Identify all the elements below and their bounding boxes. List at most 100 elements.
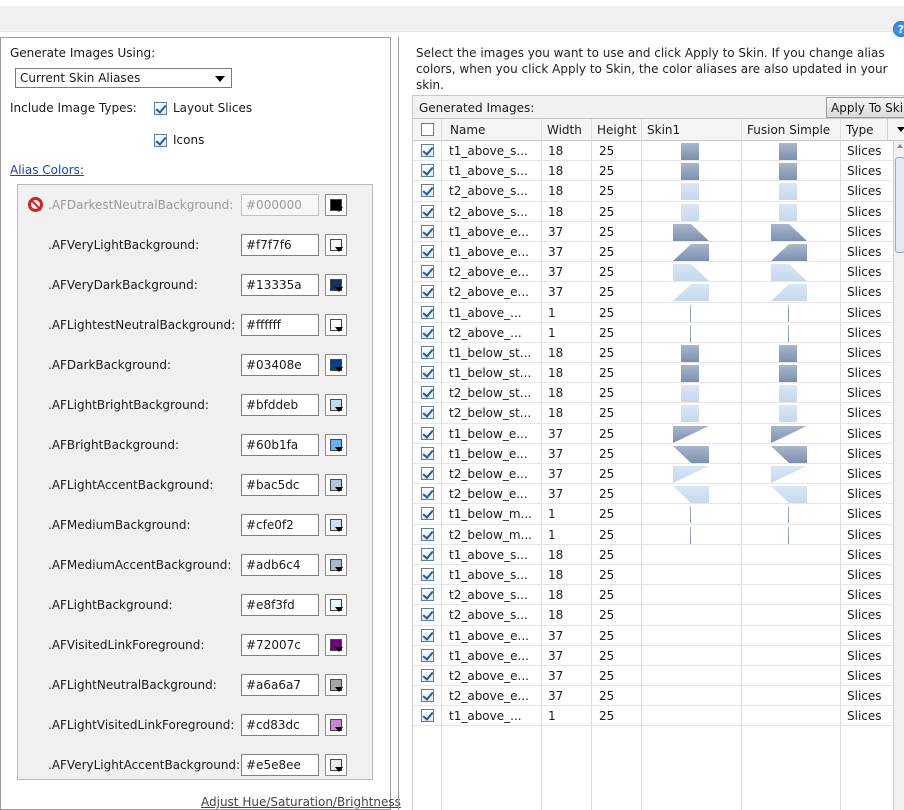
color-picker-button[interactable]	[325, 594, 347, 616]
row-checkbox[interactable]	[421, 406, 434, 420]
table-row[interactable]: t1_below_e... 37 25 Slices	[413, 444, 893, 464]
layout-slices-checkbox[interactable]	[154, 102, 167, 115]
table-row[interactable]: t1_above_e... 37 25 Slices	[413, 646, 893, 666]
table-row[interactable]: t2_above_e... 37 25 Slices	[413, 666, 893, 687]
row-checkbox[interactable]	[421, 567, 434, 581]
row-checkbox[interactable]	[421, 588, 434, 602]
alias-hex-input[interactable]: #000000	[241, 194, 319, 216]
row-checkbox[interactable]	[421, 345, 434, 359]
scroll-thumb[interactable]	[895, 157, 904, 253]
table-row[interactable]: t2_below_st... 18 25 Slices	[413, 383, 893, 404]
row-checkbox[interactable]	[421, 648, 434, 662]
alias-hex-input[interactable]: #cfe0f2	[241, 514, 319, 536]
row-checkbox[interactable]	[421, 527, 434, 541]
color-picker-button[interactable]	[325, 434, 347, 456]
color-picker-button[interactable]	[325, 714, 347, 736]
table-row[interactable]: t1_above_s... 18 25 Slices	[413, 161, 893, 182]
col-fusion-simple[interactable]: Fusion Simple	[747, 123, 830, 137]
row-checkbox[interactable]	[421, 244, 434, 258]
image-source-select[interactable]: Current Skin Aliases	[15, 68, 232, 88]
table-row[interactable]: t1_above_... 1 25 Slices	[413, 706, 893, 727]
row-checkbox[interactable]	[421, 305, 434, 319]
row-checkbox[interactable]	[421, 446, 434, 460]
scroll-up-icon[interactable]	[897, 144, 903, 148]
row-checkbox[interactable]	[421, 628, 434, 642]
table-row[interactable]: t2_below_m... 1 25 Slices	[413, 525, 893, 545]
row-checkbox[interactable]	[421, 285, 434, 299]
row-checkbox[interactable]	[421, 426, 434, 440]
alias-hex-input[interactable]: #f7f7f6	[241, 234, 319, 256]
table-row[interactable]: t2_below_e... 37 25 Slices	[413, 484, 893, 505]
table-row[interactable]: t1_above_s... 18 25 Slices	[413, 141, 893, 162]
alias-hex-input[interactable]: #e5e8ee	[241, 754, 319, 776]
table-row[interactable]: t2_above_s... 18 25 Slices	[413, 605, 893, 626]
color-picker-button[interactable]	[325, 754, 347, 776]
row-checkbox[interactable]	[421, 668, 434, 682]
select-all-checkbox[interactable]	[421, 123, 434, 136]
alias-hex-input[interactable]: #03408e	[241, 354, 319, 376]
help-icon[interactable]: ?	[893, 21, 904, 37]
alias-hex-input[interactable]: #cd83dc	[241, 714, 319, 736]
color-picker-button[interactable]	[325, 274, 347, 296]
row-checkbox[interactable]	[421, 366, 434, 380]
alias-hex-input[interactable]: #e8f3fd	[241, 594, 319, 616]
table-row[interactable]: t1_below_m... 1 25 Slices	[413, 504, 893, 525]
table-row[interactable]: t2_above_e... 37 25 Slices	[413, 262, 893, 283]
alias-hex-input[interactable]: #13335a	[241, 274, 319, 296]
row-checkbox[interactable]	[421, 164, 434, 178]
vertical-scrollbar[interactable]	[893, 141, 904, 810]
icons-checkbox[interactable]	[154, 134, 167, 147]
row-checkbox[interactable]	[421, 325, 434, 339]
alias-hex-input[interactable]: #60b1fa	[241, 434, 319, 456]
alias-hex-input[interactable]: #72007c	[241, 634, 319, 656]
table-row[interactable]: t2_below_e... 37 25 Slices	[413, 464, 893, 485]
row-checkbox[interactable]	[421, 265, 434, 279]
table-row[interactable]: t1_above_s... 18 25 Slices	[413, 545, 893, 565]
apply-to-skin-button[interactable]: Apply To Skin	[826, 97, 904, 118]
row-checkbox[interactable]	[421, 204, 434, 218]
table-row[interactable]: t2_above_s... 18 25 Slices	[413, 585, 893, 606]
alias-hex-input[interactable]: #a6a6a7	[241, 674, 319, 696]
table-row[interactable]: t1_above_s... 18 25 Slices	[413, 565, 893, 586]
row-checkbox[interactable]	[421, 467, 434, 480]
col-height[interactable]: Height	[597, 123, 637, 137]
row-checkbox[interactable]	[421, 507, 434, 521]
color-picker-button[interactable]	[325, 514, 347, 536]
color-picker-button[interactable]	[325, 234, 347, 256]
column-menu-icon[interactable]	[897, 127, 904, 132]
alias-hex-input[interactable]: #bfddeb	[241, 394, 319, 416]
color-picker-button[interactable]	[325, 394, 347, 416]
col-type[interactable]: Type	[846, 123, 874, 137]
table-row[interactable]: t2_above_... 1 25 Slices	[413, 323, 893, 343]
row-checkbox[interactable]	[421, 709, 434, 723]
row-checkbox[interactable]	[421, 184, 434, 198]
row-checkbox[interactable]	[421, 547, 434, 561]
table-row[interactable]: t2_above_e... 37 25 Slices	[413, 282, 893, 303]
table-row[interactable]: t2_above_s... 18 25 Slices	[413, 181, 893, 202]
alias-hex-input[interactable]: #bac5dc	[241, 474, 319, 496]
color-picker-button[interactable]	[325, 554, 347, 576]
table-row[interactable]: t1_below_st... 18 25 Slices	[413, 363, 893, 384]
row-checkbox[interactable]	[421, 487, 434, 501]
alias-hex-input[interactable]: #adb6c4	[241, 554, 319, 576]
row-checkbox[interactable]	[421, 608, 434, 622]
row-checkbox[interactable]	[421, 224, 434, 238]
table-row[interactable]: t1_above_e... 37 25 Slices	[413, 242, 893, 263]
table-row[interactable]: t2_above_s... 18 25 Slices	[413, 202, 893, 222]
row-checkbox[interactable]	[421, 386, 434, 400]
table-row[interactable]: t1_above_e... 37 25 Slices	[413, 626, 893, 646]
col-name[interactable]: Name	[450, 123, 485, 137]
row-checkbox[interactable]	[421, 689, 434, 703]
table-row[interactable]: t1_above_e... 37 25 Slices	[413, 222, 893, 242]
alias-colors-link[interactable]: Alias Colors:	[10, 163, 84, 177]
color-picker-button[interactable]	[325, 194, 347, 216]
table-row[interactable]: t2_below_st... 18 25 Slices	[413, 403, 893, 424]
table-row[interactable]: t1_below_e... 37 25 Slices	[413, 424, 893, 444]
col-width[interactable]: Width	[547, 123, 582, 137]
col-skin1[interactable]: Skin1	[647, 123, 680, 137]
color-picker-button[interactable]	[325, 634, 347, 656]
color-picker-button[interactable]	[325, 314, 347, 336]
color-picker-button[interactable]	[325, 674, 347, 696]
row-checkbox[interactable]	[421, 144, 434, 157]
table-row[interactable]: t1_below_st... 18 25 Slices	[413, 343, 893, 364]
